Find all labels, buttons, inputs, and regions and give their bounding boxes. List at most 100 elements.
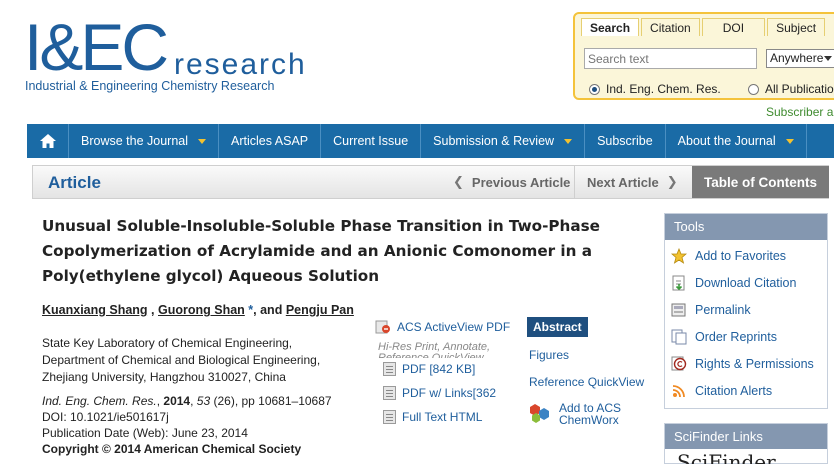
dropdown-caret-icon bbox=[198, 138, 207, 144]
chevron-down-icon bbox=[824, 56, 832, 61]
tab-search[interactable]: Search bbox=[581, 18, 640, 36]
chevron-left-icon: ❮ bbox=[453, 174, 464, 189]
tools-heading: Tools bbox=[665, 214, 827, 240]
radio-unselected-icon bbox=[748, 83, 759, 95]
affiliation-line: Zhejiang University, Hangzhou 310027, Ch… bbox=[42, 370, 286, 384]
nav-about-journal[interactable]: About the Journal bbox=[666, 124, 807, 158]
article-title: Unusual Soluble-Insoluble-Soluble Phase … bbox=[42, 217, 600, 285]
nav-about-label: About the Journal bbox=[677, 134, 776, 148]
corresponding-author-star[interactable]: * bbox=[245, 303, 253, 317]
fulltext-label: Full Text HTML bbox=[402, 410, 483, 424]
logo-subtitle: Industrial & Engineering Chemistry Resea… bbox=[25, 79, 275, 93]
tool-label: Add to Favorites bbox=[695, 249, 787, 263]
tool-label: Order Reprints bbox=[695, 330, 777, 344]
rights-permissions-link[interactable]: Rights & Permissions bbox=[671, 353, 823, 375]
scifinder-heading: SciFinder Links bbox=[665, 424, 827, 449]
citation-volume: 53 bbox=[196, 394, 211, 408]
chemworx-icon bbox=[529, 402, 553, 424]
add-to-favorites-link[interactable]: Add to Favorites bbox=[671, 245, 823, 267]
previous-article-link[interactable]: ❮ Previous Article bbox=[445, 166, 574, 198]
citation-line: Ind. Eng. Chem. Res., 2014, 53 (26), pp … bbox=[42, 393, 362, 409]
author-separator: , and bbox=[253, 303, 286, 317]
pdf-links-label: PDF w/ Links[362 bbox=[402, 386, 497, 400]
pdf-file-icon bbox=[383, 386, 396, 400]
acs-activeview-icon bbox=[375, 320, 391, 334]
chemworx-label: Add to ACS ChemWorx bbox=[559, 402, 621, 426]
html-file-icon bbox=[383, 410, 396, 424]
pdf-links-link[interactable]: PDF w/ Links[362 bbox=[383, 386, 496, 400]
search-input[interactable] bbox=[584, 48, 757, 69]
article-section-label: Article bbox=[48, 173, 101, 192]
activeview-label: ACS ActiveView PDF bbox=[397, 320, 511, 334]
search-scope-select[interactable]: Anywhere bbox=[766, 49, 834, 68]
nav-browse-journal[interactable]: Browse the Journal bbox=[69, 124, 220, 158]
figures-link[interactable]: Figures bbox=[529, 348, 569, 362]
tool-label: Download Citation bbox=[695, 276, 797, 290]
next-article-label: Next Article bbox=[587, 174, 659, 190]
citation-sep: , bbox=[190, 394, 197, 408]
next-article-link[interactable]: Next Article ❯ bbox=[574, 166, 692, 198]
chevron-right-icon: ❯ bbox=[666, 174, 678, 189]
previous-article-label: Previous Article bbox=[471, 174, 571, 190]
nav-articles-asap[interactable]: Articles ASAP bbox=[219, 124, 322, 158]
tab-subject[interactable]: Subject bbox=[767, 18, 826, 36]
affiliation: State Key Laboratory of Chemical Enginee… bbox=[42, 335, 362, 386]
author-list: Kuanxiang Shang , Guorong Shan *, and Pe… bbox=[42, 302, 362, 318]
affiliation-line: State Key Laboratory of Chemical Enginee… bbox=[42, 336, 293, 350]
activeview-pdf-link[interactable]: ACS ActiveView PDF bbox=[375, 320, 510, 334]
abstract-button[interactable]: Abstract bbox=[527, 317, 588, 337]
search-panel: Search Citation DOI Subject Anywhere Ind… bbox=[573, 12, 834, 100]
nav-current-issue[interactable]: Current Issue bbox=[321, 124, 422, 158]
download-citation-icon bbox=[671, 275, 687, 291]
radio-all-option[interactable]: All Publications bbox=[748, 82, 834, 96]
nav-asap-label: Articles ASAP bbox=[231, 134, 309, 148]
journal-abbrev: Ind. Eng. Chem. Res. bbox=[42, 394, 157, 408]
add-to-chemworx-link[interactable]: Add to ACS ChemWorx bbox=[529, 402, 621, 426]
citation-year: 2014 bbox=[163, 394, 191, 408]
reference-quickview-link[interactable]: Reference QuickView bbox=[529, 375, 644, 389]
logo-research-text: research bbox=[174, 48, 307, 81]
fulltext-html-link[interactable]: Full Text HTML bbox=[383, 410, 482, 424]
main-nav: Browse the Journal Articles ASAP Current… bbox=[27, 124, 834, 158]
author-link[interactable]: Guorong Shan bbox=[158, 303, 245, 317]
copyright: Copyright © 2014 American Chemical Socie… bbox=[42, 442, 302, 456]
tool-label: Rights & Permissions bbox=[695, 357, 814, 371]
pdf-link[interactable]: PDF [842 KB] bbox=[383, 362, 475, 376]
subscriber-link[interactable]: Subscriber a bbox=[766, 105, 833, 119]
nav-home-button[interactable] bbox=[27, 124, 69, 158]
logo-main-text: I&EC bbox=[24, 10, 169, 84]
article-header-bar: Article ❮ Previous Article Next Article … bbox=[32, 165, 829, 199]
radio-journal-option[interactable]: Ind. Eng. Chem. Res. bbox=[589, 82, 721, 96]
home-icon bbox=[39, 134, 56, 148]
permalink-link[interactable]: Permalink bbox=[671, 299, 823, 321]
tab-citation[interactable]: Citation bbox=[641, 18, 700, 36]
pdf-file-icon bbox=[383, 362, 396, 376]
chemworx-label-line: ChemWorx bbox=[559, 413, 619, 427]
nav-submission-review[interactable]: Submission & Review bbox=[421, 124, 586, 158]
nav-submission-label: Submission & Review bbox=[433, 134, 555, 148]
table-of-contents-button[interactable]: Table of Contents bbox=[692, 166, 829, 198]
nav-subscribe[interactable]: Subscribe bbox=[585, 124, 666, 158]
citation-block: Ind. Eng. Chem. Res., 2014, 53 (26), pp … bbox=[42, 393, 362, 457]
dropdown-caret-icon bbox=[564, 138, 573, 144]
scifinder-logo-text: SciFinder bbox=[677, 452, 776, 464]
star-icon bbox=[671, 248, 687, 264]
journal-logo[interactable]: I&EC research Industrial & Engineering C… bbox=[24, 14, 324, 98]
radio-selected-icon bbox=[589, 83, 600, 95]
order-reprints-link[interactable]: Order Reprints bbox=[671, 326, 823, 348]
doi-line[interactable]: DOI: 10.1021/ie501617j bbox=[42, 409, 362, 425]
author-link[interactable]: Pengju Pan bbox=[286, 303, 354, 317]
scifinder-panel: SciFinder Links SciFinder bbox=[664, 423, 828, 464]
scifinder-logo[interactable]: SciFinder bbox=[677, 452, 817, 464]
permalink-icon bbox=[671, 302, 687, 318]
download-citation-link[interactable]: Download Citation bbox=[671, 272, 823, 294]
article-access-links: ACS ActiveView PDF Hi-Res Print, Annotat… bbox=[375, 316, 665, 436]
affiliation-line: Department of Chemical and Biological En… bbox=[42, 353, 321, 367]
pdf-label: PDF [842 KB] bbox=[402, 362, 476, 376]
citation-alerts-link[interactable]: Citation Alerts bbox=[671, 380, 823, 402]
nav-subscribe-label: Subscribe bbox=[597, 134, 653, 148]
rss-icon bbox=[671, 383, 687, 399]
author-separator: , bbox=[147, 303, 158, 317]
tab-doi[interactable]: DOI bbox=[701, 18, 766, 36]
author-link[interactable]: Kuanxiang Shang bbox=[42, 303, 148, 317]
